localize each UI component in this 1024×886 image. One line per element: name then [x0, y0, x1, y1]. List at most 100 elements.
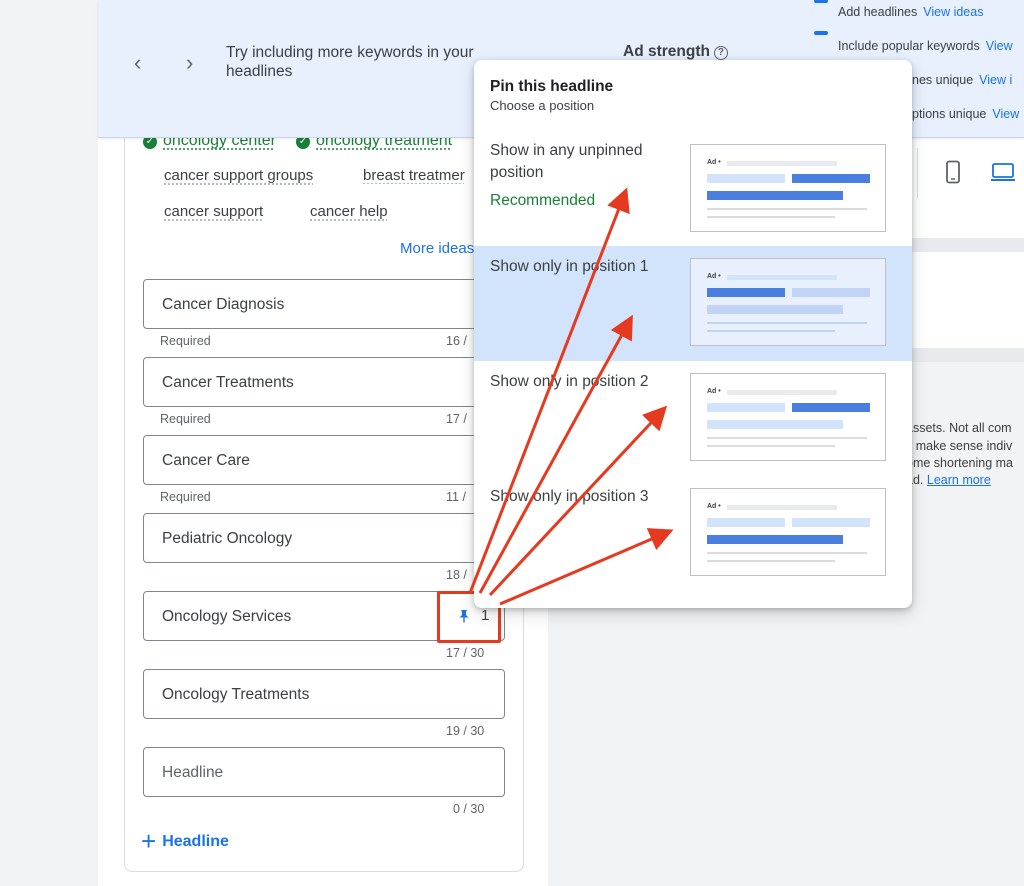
learn-more-link[interactable]: Learn more [927, 473, 991, 487]
suggestion-item: Add headlines View ideas [838, 5, 983, 19]
ad-strength-title: Ad strength [623, 43, 710, 60]
thumbnail-description-line [707, 330, 835, 332]
thumbnail-description-line [707, 560, 835, 562]
suggestion-text: nes unique [912, 73, 974, 87]
view-ideas-link[interactable]: View ideas [923, 5, 983, 19]
thumbnail-description-line [707, 208, 867, 210]
headline-text: Cancer Care [162, 452, 250, 469]
char-counter: 19 / 30 [446, 724, 485, 738]
thumbnail-description-line [707, 216, 835, 218]
banner-tip-text: Try including more keywords in your head… [226, 44, 474, 80]
popup-title: Pin this headline [490, 78, 614, 95]
char-counter: 17 / 30 [446, 646, 485, 660]
required-label: Required [160, 412, 211, 426]
headline-text: Cancer Diagnosis [162, 296, 285, 313]
thumbnail-headline-slot [707, 420, 843, 429]
char-counter: 17 / [446, 412, 467, 426]
headline-input[interactable]: Cancer Diagnosis [143, 279, 505, 329]
suggestion-text: ptions unique [912, 107, 987, 121]
headline-placeholder: Headline [162, 764, 224, 781]
thumbnail-ad-label: Ad • [707, 159, 721, 166]
required-label: Required [160, 334, 211, 348]
required-label: Required [160, 490, 211, 504]
plus-icon: + [141, 826, 157, 856]
ad-strength-label: Ad strength? [623, 43, 728, 61]
thumbnail-headline-slot [792, 288, 870, 297]
progress-indicator [814, 0, 828, 3]
thumbnail-headline-slot [792, 403, 870, 412]
keyword-suggestion[interactable]: cancer support [164, 203, 263, 220]
chevron-left-icon[interactable]: ‹ [134, 50, 141, 76]
char-counter: 18 / [446, 568, 467, 582]
char-counter: 0 / 30 [453, 802, 485, 816]
ad-position-thumbnail: Ad • [690, 373, 886, 461]
recommended-label: Recommended [490, 192, 596, 209]
view-link[interactable]: View i [979, 73, 1012, 87]
view-link[interactable]: View [992, 107, 1019, 121]
char-counter: 11 / [446, 490, 466, 504]
thumbnail-headline-slot [707, 535, 843, 544]
thumbnail-ad-label: Ad • [707, 503, 721, 510]
option-label: Show only in position 2 [490, 373, 649, 390]
suggestion-item: ptions unique View [912, 107, 1019, 121]
ad-position-thumbnail: Ad • [690, 258, 886, 346]
thumbnail-headline-slot [707, 174, 785, 183]
headline-text: Cancer Treatments [162, 374, 294, 391]
add-headline-label: Headline [162, 833, 229, 850]
chevron-right-icon[interactable]: › [186, 50, 193, 76]
toolbar-divider [917, 148, 918, 198]
thumbnail-url-bar [727, 161, 837, 166]
thumbnail-ad-label: Ad • [707, 388, 721, 395]
char-counter: 16 / [446, 334, 467, 348]
thumbnail-headline-slot [792, 518, 870, 527]
thumbnail-url-bar [727, 275, 837, 280]
pin-headline-popup: Pin this headline Choose a position Show… [474, 60, 912, 608]
progress-indicator [814, 31, 828, 35]
ad-preview [900, 252, 1024, 348]
keyword-suggestion[interactable]: cancer help [310, 203, 388, 220]
thumbnail-description-line [707, 322, 867, 324]
info-text-line: ome shortening ma [906, 456, 1014, 470]
thumbnail-description-line [707, 437, 867, 439]
pin-option-position-1[interactable]: Show only in position 1 Ad • [474, 246, 912, 361]
suggestion-item: nes unique View i [912, 73, 1012, 87]
mobile-device-icon[interactable] [942, 160, 964, 184]
info-text-line: ad. Learn more [906, 473, 991, 487]
left-gutter [0, 0, 98, 886]
desktop-device-icon[interactable] [990, 160, 1016, 184]
headline-input-empty[interactable]: Headline [143, 747, 505, 797]
headline-input[interactable]: Oncology Treatments [143, 669, 505, 719]
help-circle-icon[interactable]: ? [713, 46, 728, 60]
option-label: Show only in position 3 [490, 488, 649, 505]
keyword-suggestion[interactable]: cancer support groups [164, 167, 313, 184]
thumbnail-headline-slot [707, 403, 785, 412]
thumbnail-headline-slot [707, 288, 785, 297]
suggestion-item: Include popular keywords View [838, 39, 1013, 53]
view-link[interactable]: View [986, 39, 1013, 53]
suggestion-text: Include popular keywords [838, 39, 980, 53]
thumbnail-description-line [707, 445, 835, 447]
suggestion-text: Add headlines [838, 5, 918, 19]
more-ideas-link[interactable]: More ideas [400, 240, 474, 257]
popup-subtitle: Choose a position [490, 98, 595, 113]
thumbnail-headline-slot [707, 191, 843, 200]
headline-text: Oncology Services [162, 608, 292, 625]
keyword-suggestion[interactable]: breast treatmer [363, 167, 465, 184]
ad-position-thumbnail: Ad • [690, 488, 886, 576]
info-text-line: assets. Not all com [906, 421, 1012, 435]
add-headline-button[interactable]: + Headline [141, 826, 229, 857]
thumbnail-headline-slot [707, 305, 843, 314]
thumbnail-headline-slot [707, 518, 785, 527]
headline-input[interactable]: Pediatric Oncology [143, 513, 505, 563]
thumbnail-url-bar [727, 390, 837, 395]
headline-input[interactable]: Cancer Care [143, 435, 505, 485]
headline-input[interactable]: Cancer Treatments [143, 357, 505, 407]
pin-option-position-3[interactable]: Show only in position 3 Ad • [474, 476, 912, 591]
option-label: Show in any unpinned position [490, 142, 643, 181]
pin-option-unpinned[interactable]: Show in any unpinned position Recommende… [474, 130, 912, 245]
option-label: Show only in position 1 [490, 258, 649, 275]
pin-option-position-2[interactable]: Show only in position 2 Ad • [474, 361, 912, 476]
thumbnail-description-line [707, 552, 867, 554]
headline-text: Oncology Treatments [162, 686, 310, 703]
headline-text: Pediatric Oncology [162, 530, 293, 547]
